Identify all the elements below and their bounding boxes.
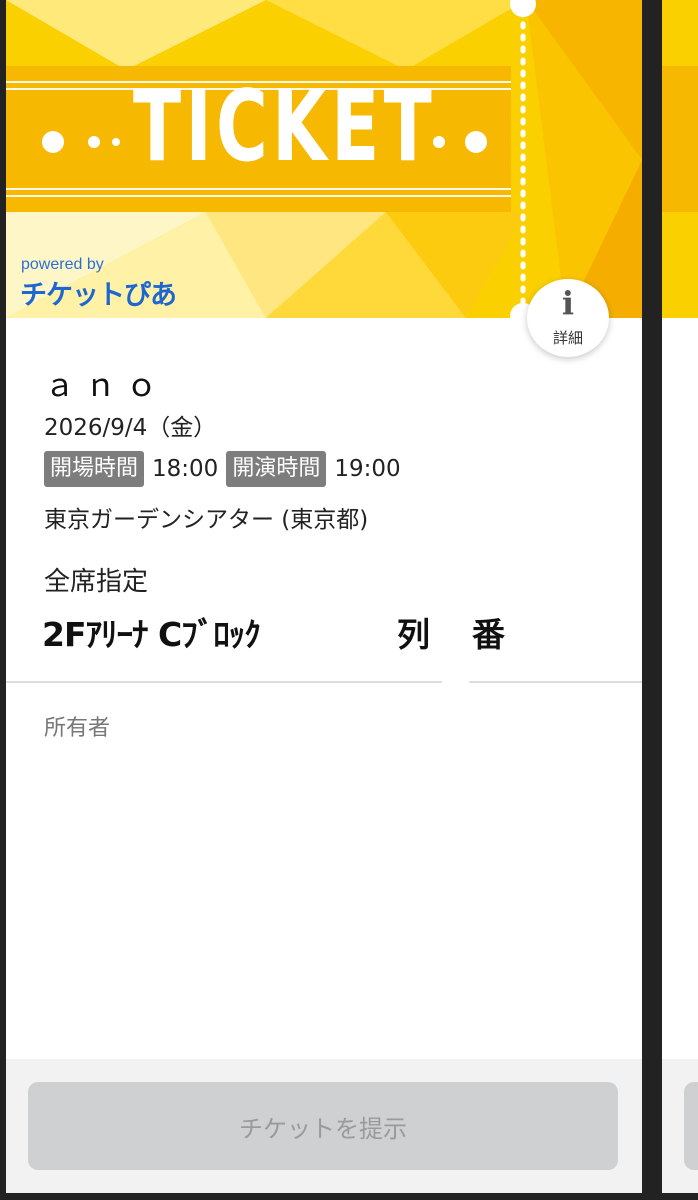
powered-by-text: powered by xyxy=(21,256,104,273)
start-time-tag: 開演時間 xyxy=(226,450,327,488)
next-ticket-stripe xyxy=(662,66,698,212)
seat-block: 2Fｱﾘｰﾅ Cﾌﾞﾛｯｸ xyxy=(42,615,261,654)
details-label: 詳細 xyxy=(552,329,583,347)
owner-label: 所有者 xyxy=(44,716,111,741)
venue-name: 東京ガーデンシアター (東京都) xyxy=(44,507,369,533)
event-date: 2026/9/4（金） xyxy=(44,415,217,441)
present-ticket-button[interactable]: チケットを提示 xyxy=(28,1082,618,1170)
next-ticket-footer xyxy=(662,1059,698,1193)
seat-type: 全席指定 xyxy=(44,567,149,597)
artist-name: ａｎｏ xyxy=(44,368,167,404)
open-time-value: 18:00 xyxy=(152,456,219,482)
open-time-tag: 開場時間 xyxy=(44,450,145,488)
ticket-card: TICKET powered by チケットぴあ i 詳細 ａｎｏ 2026/9… xyxy=(6,0,642,1193)
banner-title: TICKET xyxy=(133,70,437,184)
next-ticket-card-peek[interactable] xyxy=(662,0,698,1193)
seat-number: 番 xyxy=(472,615,505,654)
divider xyxy=(6,681,442,683)
details-button[interactable]: i 詳細 xyxy=(527,279,609,357)
start-time-value: 19:00 xyxy=(334,456,401,482)
seat-row: 列 xyxy=(397,615,430,654)
event-times: 開場時間 18:00 開演時間 19:00 xyxy=(44,449,409,489)
footer-bar: チケットを提示 xyxy=(6,1059,642,1193)
next-ticket-button xyxy=(684,1082,698,1170)
brand-logo: チケットぴあ xyxy=(20,280,177,311)
divider xyxy=(469,681,642,683)
info-icon: i xyxy=(561,284,575,322)
ticket-banner: TICKET powered by チケットぴあ xyxy=(6,0,642,318)
